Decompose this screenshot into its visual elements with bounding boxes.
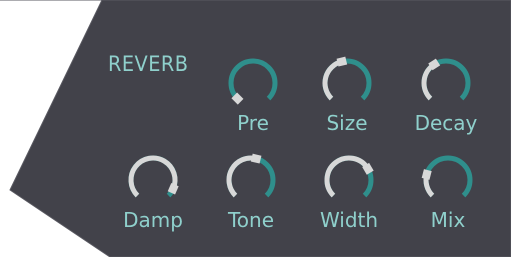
knob-decay-label: Decay [414, 111, 478, 135]
knob-tone[interactable]: Tone [211, 142, 291, 242]
knob-pre-track [228, 58, 278, 101]
knob-decay-dial[interactable] [406, 45, 486, 115]
knob-pre-label: Pre [237, 111, 269, 135]
knob-width-value-arc [324, 155, 371, 198]
knob-size-value-arc [322, 59, 343, 101]
knob-width-pointer [362, 162, 374, 175]
knob-pre[interactable]: Pre [213, 45, 293, 145]
knob-mix-dial[interactable] [408, 142, 488, 212]
knob-width-dial[interactable] [309, 142, 389, 212]
knob-damp[interactable]: Damp [113, 142, 193, 242]
knob-size-dial[interactable] [307, 45, 387, 115]
knob-size[interactable]: Size [307, 45, 387, 145]
knob-mix[interactable]: Mix [408, 142, 488, 242]
reverb-panel: REVERB Pre Size Decay Damp Tone Width Mi… [0, 0, 511, 257]
knob-pre-pointer [231, 92, 244, 105]
knob-decay[interactable]: Decay [406, 45, 486, 145]
knob-damp-label: Damp [123, 208, 183, 232]
knob-decay-pointer [428, 58, 441, 71]
knob-tone-label: Tone [227, 208, 275, 232]
knob-pre-dial[interactable] [213, 45, 293, 115]
knob-width[interactable]: Width [309, 142, 389, 242]
knob-tone-value-arc [226, 155, 257, 198]
knob-width-label: Width [319, 208, 379, 232]
knob-tone-pointer [250, 153, 262, 164]
knob-mix-label: Mix [430, 208, 466, 232]
knob-mix-pointer [421, 169, 432, 180]
knob-size-label: Size [326, 111, 368, 135]
knob-mix-track [423, 155, 473, 198]
knob-damp-pointer [167, 183, 179, 195]
knob-size-pointer [336, 56, 348, 67]
knob-tone-dial[interactable] [211, 142, 291, 212]
section-title: REVERB [108, 52, 189, 76]
knob-damp-dial[interactable] [113, 142, 193, 212]
